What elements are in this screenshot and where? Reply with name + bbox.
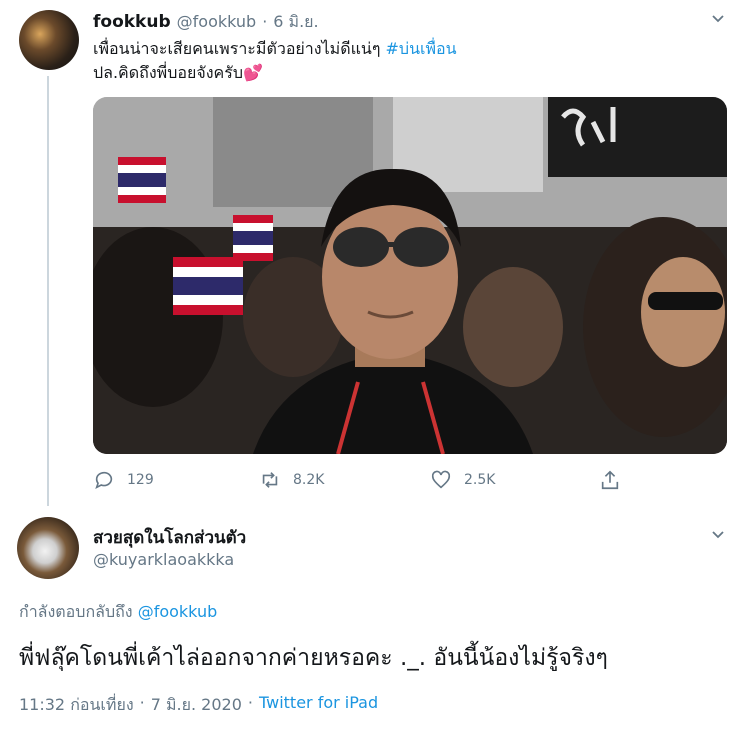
separator: ·: [139, 693, 145, 712]
reply-user-handle[interactable]: @kuyarklaoakkka: [93, 550, 234, 569]
photo-illustration: [93, 97, 727, 454]
avatar[interactable]: [17, 517, 79, 579]
retweet-count: 8.2K: [293, 472, 325, 488]
retweet-action[interactable]: 8.2K: [259, 469, 324, 491]
tweet-line-1: เพื่อนน่าจะเสียคนเพราะมีตัวอย่างไม่ดีแน่…: [93, 39, 381, 58]
chevron-down-icon[interactable]: [710, 526, 726, 546]
reply-date[interactable]: 7 มิ.ย. 2020: [151, 693, 242, 718]
thread-line: [47, 76, 49, 506]
display-name[interactable]: fookkub: [93, 12, 171, 32]
user-handle[interactable]: @fookkub: [177, 12, 257, 31]
reply-time[interactable]: 11:32 ก่อนเที่ยง: [19, 693, 134, 718]
avatar[interactable]: [19, 10, 79, 70]
retweet-icon: [262, 472, 278, 488]
replying-to: กำลังตอบกลับถึง @fookkub: [19, 600, 217, 625]
replying-to-label: กำลังตอบกลับถึง: [19, 602, 133, 621]
reply-action[interactable]: 129: [93, 469, 154, 491]
reply-text: พี่ฟลุ๊คโดนพี่เค้าไล่ออกจากค่ายหรอคะ ._.…: [19, 645, 608, 671]
reply-meta: 11:32 ก่อนเที่ยง · 7 มิ.ย. 2020 · Twitte…: [19, 693, 378, 718]
separator: ·: [247, 693, 253, 712]
heart-icon: [431, 470, 451, 489]
chevron-down-icon[interactable]: [710, 10, 726, 30]
reply-display-name[interactable]: สวยสุดในโลกส่วนตัว: [93, 524, 246, 551]
reply-icon: [95, 471, 113, 489]
share-icon: [601, 470, 619, 490]
tweet-line-2: ปล.คิดถึงพี่บอยจังครับ: [93, 63, 243, 82]
heart-emoji: 💕: [242, 63, 263, 82]
tweet-photo[interactable]: [93, 97, 727, 454]
tweet-date[interactable]: 6 มิ.ย.: [273, 10, 318, 35]
source-link[interactable]: Twitter for iPad: [259, 693, 378, 718]
reply-count: 129: [127, 472, 154, 488]
hashtag-link[interactable]: #บ่นเพื่อน: [386, 39, 457, 58]
replying-to-handle[interactable]: @fookkub: [138, 602, 218, 621]
like-count: 2.5K: [464, 472, 496, 488]
separator: ·: [262, 12, 268, 31]
share-action[interactable]: [599, 469, 621, 491]
tweet-header: fookkub @fookkub · 6 มิ.ย.: [93, 10, 319, 35]
tweet-text: เพื่อนน่าจะเสียคนเพราะมีตัวอย่างไม่ดีแน่…: [93, 37, 713, 85]
like-action[interactable]: 2.5K: [430, 469, 495, 491]
